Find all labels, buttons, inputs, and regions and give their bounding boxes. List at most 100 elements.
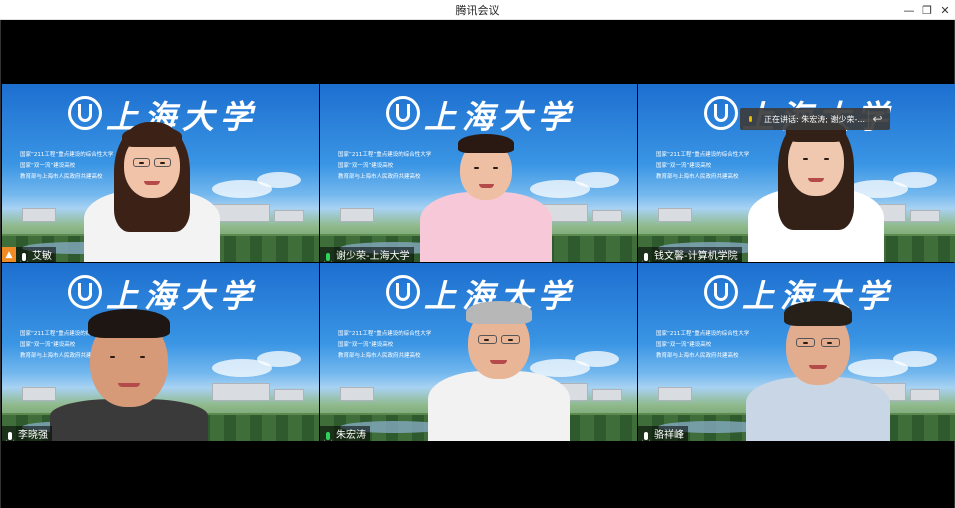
mouth [809,365,827,369]
speaking-banner: 正在讲话: 朱宏涛; 谢少荣-... ↩ [740,108,890,130]
microphone-icon [322,427,334,440]
cloud [893,351,937,367]
video-tile[interactable]: 上海大学国家“211工程”重点建设的综合性大学国家“双一流”建设高校教育部与上海… [638,263,955,441]
cloud [893,172,937,188]
video-tile[interactable]: 上海大学国家“211工程”重点建设的综合性大学国家“双一流”建设高校教育部与上海… [2,263,319,441]
building [274,210,304,222]
slogan-line: 国家“211工程”重点建设的综合性大学 [20,152,114,158]
hair [784,301,852,326]
video-tile[interactable]: 上海大学国家“211工程”重点建设的综合性大学国家“双一流”建设高校教育部与上海… [2,84,319,262]
host-user-icon: ▲ [2,247,16,262]
participant-nameplate: 钱文馨-计算机学院 [638,247,742,262]
hair [122,126,182,147]
close-icon[interactable]: ✕ [936,1,954,19]
glasses [821,338,840,347]
torso [428,371,570,441]
slogan-line: 国家“211工程”重点建设的综合性大学 [656,331,750,337]
video-grid: 上海大学 国家“211工程”重点建设的综合性大学 国家“双一流”建设高校 教育部与上海… [2,84,955,441]
maximize-icon[interactable]: ❐ [918,1,936,19]
glasses [133,158,150,167]
eye [493,167,498,169]
slogan-line: 国家“双一流”建设高校 [338,163,394,169]
microphone-icon [640,427,652,440]
slogan-line: 国家“双一流”建设高校 [20,342,76,348]
building [22,208,56,222]
cloud [257,351,301,367]
eye [474,167,479,169]
hair [88,309,170,338]
building [212,204,270,222]
participant-name: 艾敏 [32,251,52,262]
slogan-line: 教育部与上海市人民政府共建高校 [20,174,103,180]
cloud [575,172,619,188]
glasses [796,338,815,347]
speaking-text: 正在讲话: 朱宏涛; 谢少荣-... [764,114,865,124]
microphone-icon [640,248,652,261]
university-logo-icon [386,96,420,130]
participant-name: 骆祥峰 [654,430,684,441]
slogan-line: 教育部与上海市人民政府共建高校 [656,174,739,180]
building [658,387,692,401]
university-logo-icon [704,275,738,309]
building [340,208,374,222]
cloud [257,172,301,188]
slogan-line: 国家“双一流”建设高校 [20,163,76,169]
mouth [479,184,494,188]
glasses [501,335,520,344]
slogan-line: 教育部与上海市人民政府共建高校 [656,353,739,359]
slogan-line: 国家“211工程”重点建设的综合性大学 [338,152,432,158]
participant-name: 李晓强 [18,430,48,441]
meeting-stage: 上海大学 国家“211工程”重点建设的综合性大学 国家“双一流”建设高校 教育部与上海… [0,20,955,508]
video-tile[interactable]: 上海大学国家“211工程”重点建设的综合性大学国家“双一流”建设高校教育部与上海… [320,263,637,441]
window-title: 腾讯会议 [455,4,500,17]
mouth [490,360,507,364]
participant-nameplate: 李晓强 [2,426,52,441]
hair [466,301,532,324]
slogan-line: 国家“双一流”建设高校 [656,342,712,348]
building [212,383,270,401]
university-name: 上海大学 [424,98,577,136]
slogan-line: 国家“211工程”重点建设的综合性大学 [656,152,750,158]
glasses [478,335,497,344]
participant-name: 钱文馨-计算机学院 [654,251,738,262]
slogan-line: 教育部与上海市人民政府共建高校 [338,353,421,359]
participant-name: 朱宏涛 [336,430,366,441]
building [658,208,692,222]
eye [110,356,115,358]
building [910,389,940,401]
building [592,389,622,401]
slogan-line: 国家“双一流”建设高校 [338,342,394,348]
university-logo-icon [68,96,102,130]
building [340,387,374,401]
building [910,210,940,222]
mouth [808,178,824,182]
building [22,387,56,401]
mouth [118,383,140,387]
torso [420,192,552,262]
speaker-mic-icon [746,114,754,124]
title-bar: 腾讯会议 — ❐ ✕ [0,0,955,20]
university-logo-icon [68,275,102,309]
university-logo-icon [704,96,738,130]
microphone-icon [18,248,30,261]
hair [458,134,514,153]
participant-nameplate: 谢少荣-上海大学 [320,247,414,262]
torso [746,377,890,441]
eye [803,158,808,160]
slogan-line: 教育部与上海市人民政府共建高校 [338,174,421,180]
eye [824,158,829,160]
building [592,210,622,222]
building [274,389,304,401]
slogan-line: 国家“双一流”建设高校 [656,163,712,169]
participant-nameplate: 朱宏涛 [320,426,370,441]
video-tile[interactable]: 上海大学国家“211工程”重点建设的综合性大学国家“双一流”建设高校教育部与上海… [320,84,637,262]
reply-icon[interactable]: ↩ [868,110,886,128]
participant-name: 谢少荣-上海大学 [336,251,410,262]
slogan-line: 国家“211工程”重点建设的综合性大学 [338,331,432,337]
microphone-icon [4,427,16,440]
minimize-icon[interactable]: — [900,1,918,19]
mouth [144,181,160,185]
cloud [575,351,619,367]
glasses [154,158,171,167]
participant-nameplate: ▲ 艾敏 [2,247,56,262]
